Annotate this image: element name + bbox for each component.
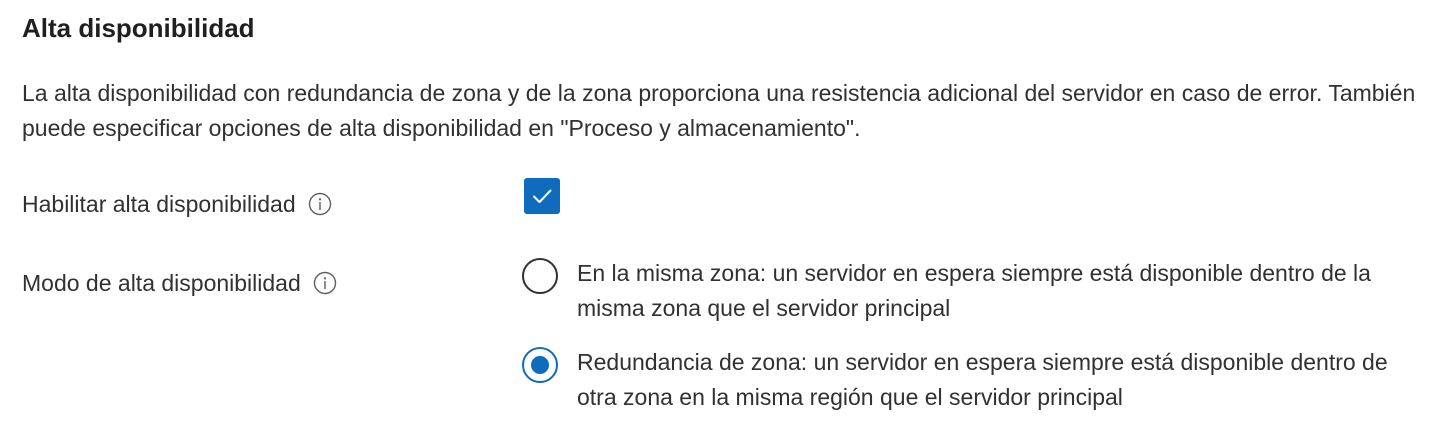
enable-high-availability-label: Habilitar alta disponibilidad (22, 188, 332, 220)
page-title: Alta disponibilidad (22, 13, 255, 43)
enable-high-availability-label-text: Habilitar alta disponibilidad (22, 191, 296, 217)
enable-high-availability-checkbox[interactable] (524, 178, 560, 214)
section-description: La alta disponibilidad con redundancia d… (22, 80, 1416, 141)
radio-option-label: Redundancia de zona: un servidor en espe… (577, 349, 1388, 410)
radio-option-same-zone[interactable]: En la misma zona: un servidor en espera … (522, 256, 1417, 326)
radio-option-label: En la misma zona: un servidor en espera … (577, 260, 1371, 321)
radio-option-zone-redundant[interactable]: Redundancia de zona: un servidor en espe… (522, 345, 1417, 415)
info-icon[interactable] (313, 271, 337, 295)
checkmark-icon (533, 189, 552, 203)
radio-unselected-icon[interactable] (522, 258, 558, 294)
radio-selected-icon[interactable] (522, 347, 558, 383)
info-icon[interactable] (308, 192, 332, 216)
high-availability-mode-label-text: Modo de alta disponibilidad (22, 270, 301, 296)
high-availability-mode-label: Modo de alta disponibilidad (22, 267, 337, 299)
